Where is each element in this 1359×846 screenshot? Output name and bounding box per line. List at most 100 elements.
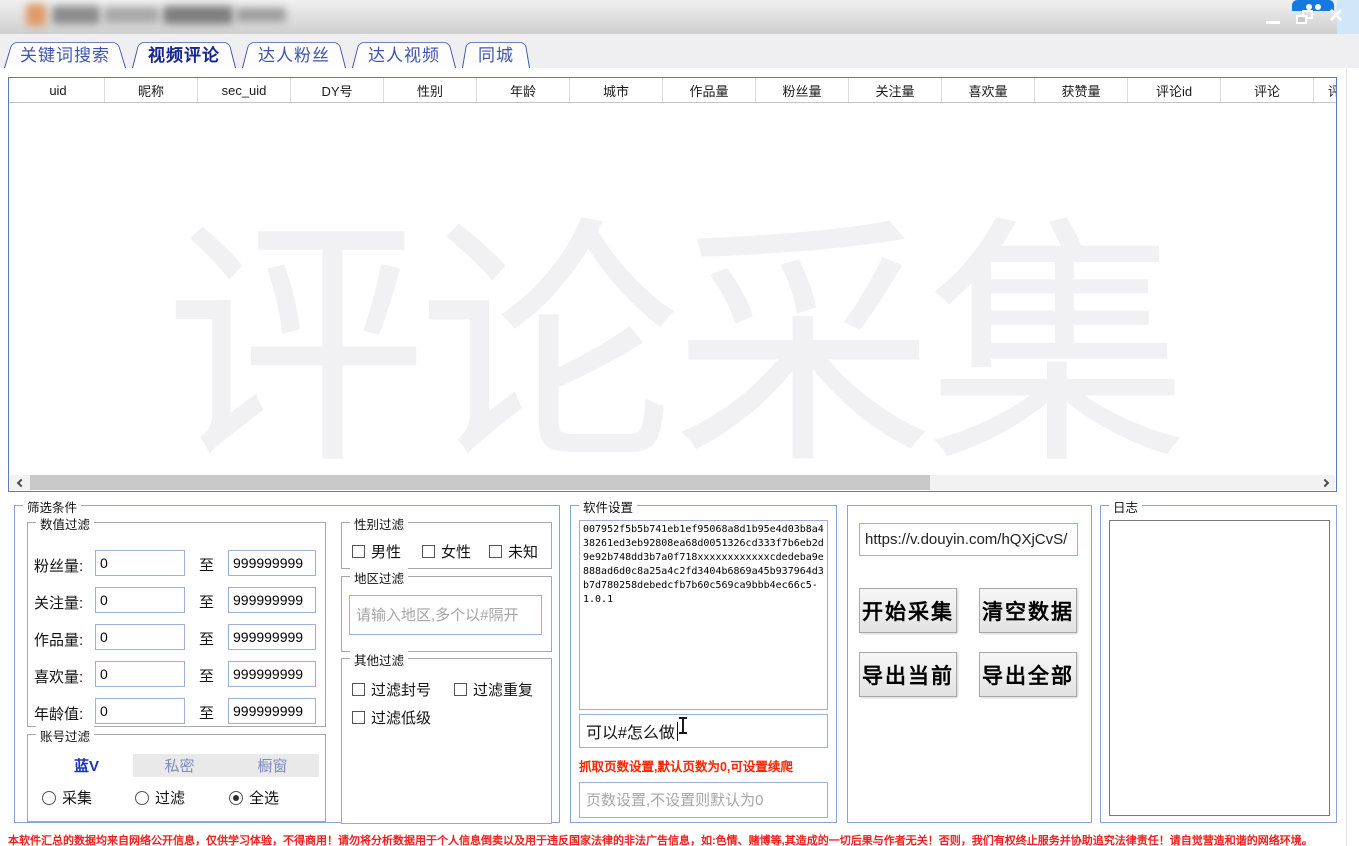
account-filter-group: 账号过滤 蓝V 私密 橱窗 采集 过滤 全选	[27, 734, 326, 822]
checkbox-female[interactable]: 女性	[422, 541, 471, 562]
disclaimer-text: 本软件汇总的数据均来自网络公开信息，仅供学习体验，不得商用！请勿将分析数据用于个…	[8, 832, 1348, 846]
to-label: 至	[199, 554, 214, 575]
tab-influencer-videos[interactable]: 达人视频	[352, 38, 456, 68]
keyword-input[interactable]: 可以#怎么做	[579, 714, 828, 748]
works-max-input[interactable]	[228, 624, 316, 650]
page-count-input[interactable]	[579, 782, 828, 818]
account-tab-blue-v[interactable]: 蓝V	[40, 754, 133, 777]
column-header-clipped: 评	[1314, 78, 1337, 102]
column-header-fans: 粉丝量	[756, 78, 849, 102]
region-input[interactable]	[349, 595, 542, 635]
group-title: 账号过滤	[36, 726, 94, 745]
fans-max-input[interactable]	[228, 550, 316, 576]
age-value-label: 年龄值:	[34, 703, 83, 724]
column-header-following: 关注量	[849, 78, 942, 102]
fans-min-input[interactable]	[95, 550, 185, 576]
column-header-nickname: 昵称	[105, 78, 198, 102]
checkbox-icon[interactable]	[489, 545, 502, 558]
table-header-row: uid 昵称 sec_uid DY号 性别 年龄 城市 作品量 粉丝量 关注量 …	[9, 78, 1337, 103]
to-label: 至	[199, 702, 214, 723]
radio-select-all[interactable]: 全选	[229, 787, 279, 808]
works-min-input[interactable]	[95, 624, 185, 650]
log-textarea[interactable]	[1109, 520, 1330, 816]
checkbox-icon[interactable]	[422, 545, 435, 558]
likes-max-input[interactable]	[228, 661, 316, 687]
works-count-label: 作品量:	[34, 629, 83, 650]
checkbox-icon[interactable]	[454, 683, 467, 696]
to-label: 至	[199, 628, 214, 649]
checkbox-label: 男性	[371, 541, 401, 562]
scrollbar-thumb[interactable]	[30, 475, 930, 490]
account-tab-private[interactable]: 私密	[133, 754, 226, 777]
age-max-input[interactable]	[228, 698, 316, 724]
account-type-tabs: 蓝V 私密 橱窗	[40, 754, 319, 777]
minimize-icon[interactable]	[1266, 21, 1280, 24]
age-min-input[interactable]	[95, 698, 185, 724]
tab-keyword-search[interactable]: 关键词搜索	[4, 38, 126, 68]
column-header-dy-id: DY号	[291, 78, 384, 102]
numeric-filter-group: 数值过滤 粉丝量: 至 关注量: 至 作品量: 至 喜欢量: 至 年龄值: 至	[27, 522, 326, 727]
group-title: 性别过滤	[350, 514, 408, 533]
tab-bar: 关键词搜索 视频评论 达人粉丝 达人视频 同城	[0, 34, 1359, 68]
watermark-text: 评论采集	[165, 206, 1181, 492]
fans-count-label: 粉丝量:	[34, 555, 83, 576]
radio-filter[interactable]: 过滤	[135, 787, 185, 808]
column-header-gender: 性别	[384, 78, 477, 102]
gender-filter-group: 性别过滤 男性 女性 未知	[341, 522, 552, 569]
log-panel: 日志	[1100, 505, 1337, 823]
tab-video-comments[interactable]: 视频评论	[132, 38, 236, 68]
window-controls: ×	[1266, 0, 1343, 34]
radio-collect[interactable]: 采集	[42, 787, 92, 808]
radio-icon[interactable]	[229, 791, 243, 805]
scroll-left-icon[interactable]	[10, 475, 28, 490]
group-title: 地区过滤	[350, 568, 408, 587]
horizontal-scrollbar[interactable]	[10, 475, 1335, 490]
checkbox-label: 过滤重复	[473, 679, 533, 700]
to-label: 至	[199, 591, 214, 612]
column-header-comment-id: 评论id	[1128, 78, 1221, 102]
following-min-input[interactable]	[95, 587, 185, 613]
tab-influencer-fans[interactable]: 达人粉丝	[242, 38, 346, 68]
panel-title: 软件设置	[579, 497, 637, 516]
blurred-title-text	[236, 8, 286, 22]
radio-icon[interactable]	[135, 791, 149, 805]
tab-same-city[interactable]: 同城	[462, 38, 530, 68]
restore-icon[interactable]	[1296, 10, 1313, 24]
checkbox-icon[interactable]	[352, 545, 365, 558]
export-current-button[interactable]: 导出当前	[859, 652, 957, 697]
other-filter-group: 其他过滤 过滤封号 过滤重复 过滤低级	[341, 658, 552, 824]
scroll-right-icon[interactable]	[1317, 475, 1335, 490]
checkbox-male[interactable]: 男性	[352, 541, 401, 562]
app-window: × 关键词搜索 视频评论 达人粉丝 达人视频 同城 uid 昵称 sec_	[0, 0, 1359, 846]
checkbox-filter-duplicate[interactable]: 过滤重复	[454, 679, 533, 700]
checkbox-filter-lowgrade[interactable]: 过滤低级	[352, 707, 431, 728]
software-settings-panel: 软件设置 007952f5b5b741eb1ef95068a8d1b95e4d0…	[570, 505, 837, 823]
blurred-title-text	[52, 6, 100, 24]
start-collect-button[interactable]: 开始采集	[859, 588, 957, 633]
window-edge-line	[1346, 68, 1347, 846]
account-tab-showcase[interactable]: 橱窗	[226, 754, 319, 777]
title-bar: ×	[0, 0, 1359, 34]
checkbox-icon[interactable]	[352, 683, 365, 696]
export-all-button[interactable]: 导出全部	[979, 652, 1077, 697]
group-title: 其他过滤	[350, 650, 408, 669]
actions-panel: 开始采集 清空数据 导出当前 导出全部	[847, 505, 1092, 823]
close-icon[interactable]: ×	[1329, 6, 1343, 26]
column-header-comment: 评论	[1221, 78, 1314, 102]
clear-data-button[interactable]: 清空数据	[979, 588, 1077, 633]
checkbox-unknown[interactable]: 未知	[489, 541, 538, 562]
checkbox-icon[interactable]	[352, 711, 365, 724]
radio-icon[interactable]	[42, 791, 56, 805]
checkbox-filter-banned[interactable]: 过滤封号	[352, 679, 431, 700]
app-icon	[26, 4, 46, 26]
following-count-label: 关注量:	[34, 592, 83, 613]
following-max-input[interactable]	[228, 587, 316, 613]
video-url-input[interactable]	[859, 523, 1078, 556]
likes-min-input[interactable]	[95, 661, 185, 687]
license-code-textarea[interactable]: 007952f5b5b741eb1ef95068a8d1b95e4d03b8a4…	[579, 520, 828, 710]
column-header-uid: uid	[12, 78, 105, 102]
column-header-secuid: sec_uid	[198, 78, 291, 102]
scrollbar-track[interactable]	[28, 475, 1317, 490]
blurred-title-text	[104, 7, 159, 23]
column-header-likes: 喜欢量	[942, 78, 1035, 102]
